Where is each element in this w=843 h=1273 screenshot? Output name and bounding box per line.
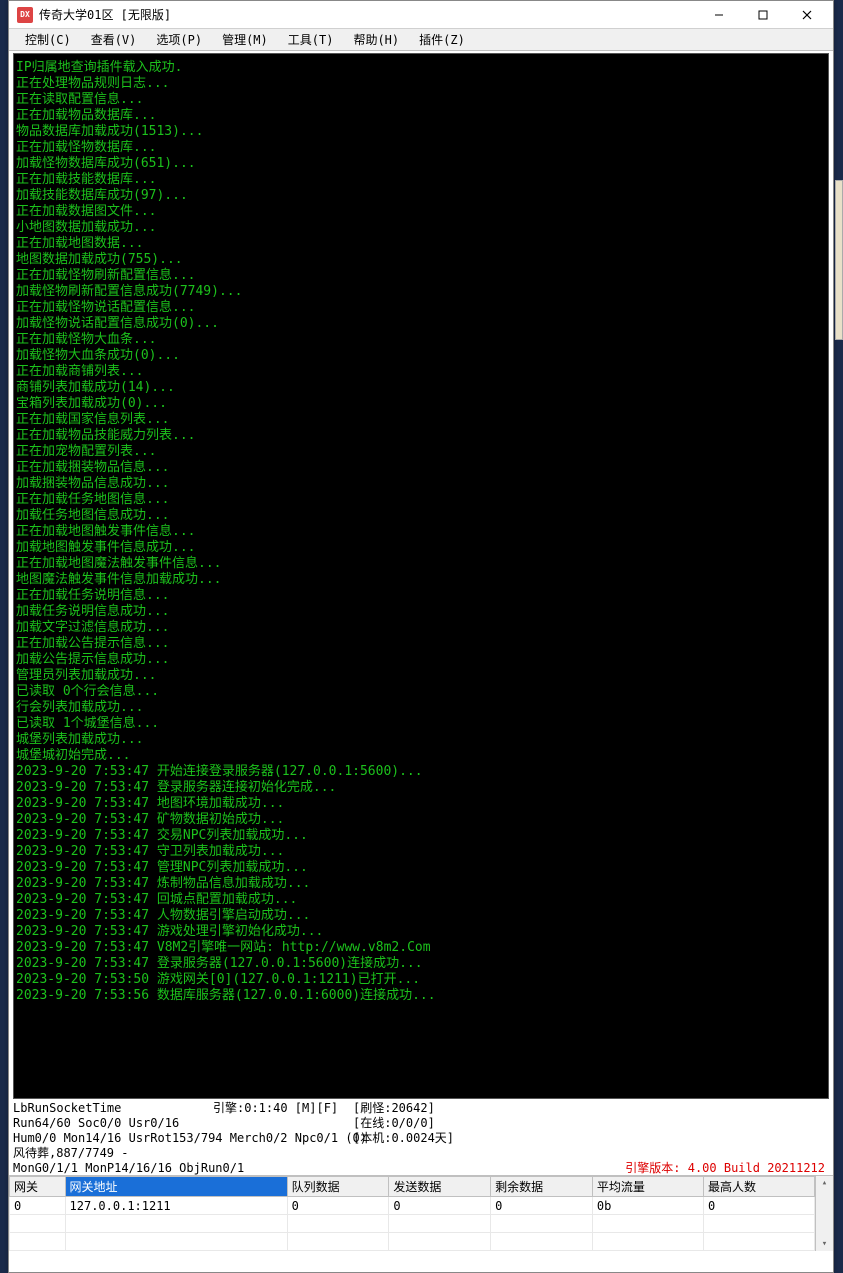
table-header-row: 网关网关地址队列数据发送数据剩余数据平均流量最高人数 bbox=[10, 1177, 815, 1197]
menubar: 控制(C) 查看(V) 选项(P) 管理(M) 工具(T) 帮助(H) 插件(Z… bbox=[9, 29, 833, 51]
table-cell bbox=[65, 1233, 287, 1251]
app-icon: DX bbox=[17, 7, 33, 23]
table-cell bbox=[703, 1215, 814, 1233]
close-icon bbox=[802, 10, 812, 20]
side-widget bbox=[835, 180, 843, 340]
table-cell: 0 bbox=[389, 1197, 491, 1215]
minimize-icon bbox=[714, 10, 724, 20]
status-runtime: LbRunSocketTime Run64/60 Soc0/0 Usr0/16 … bbox=[13, 1101, 213, 1176]
menu-help[interactable]: 帮助(H) bbox=[343, 29, 409, 50]
table-cell: 0b bbox=[592, 1197, 703, 1215]
menu-control[interactable]: 控制(C) bbox=[15, 29, 81, 50]
table-col-1[interactable]: 网关地址 bbox=[65, 1177, 287, 1197]
titlebar[interactable]: DX 传奇大学01区 [无限版] bbox=[9, 1, 833, 29]
table-cell bbox=[10, 1215, 66, 1233]
table-col-3[interactable]: 发送数据 bbox=[389, 1177, 491, 1197]
gateway-grid-wrap: 网关网关地址队列数据发送数据剩余数据平均流量最高人数 0127.0.0.1:12… bbox=[9, 1175, 833, 1251]
table-cell bbox=[389, 1233, 491, 1251]
scroll-down-icon[interactable]: ▾ bbox=[822, 1239, 827, 1249]
engine-version: 引擎版本: 4.00 Build 20211212 bbox=[553, 1161, 829, 1176]
app-window: DX 传奇大学01区 [无限版] 控制(C) 查看(V) 选项(P) 管理(M)… bbox=[8, 0, 834, 1273]
menu-manage[interactable]: 管理(M) bbox=[212, 29, 278, 50]
table-cell: 0 bbox=[287, 1197, 389, 1215]
table-cell: 0 bbox=[491, 1197, 593, 1215]
minimize-button[interactable] bbox=[697, 2, 741, 28]
table-cell bbox=[65, 1215, 287, 1233]
table-col-6[interactable]: 最高人数 bbox=[703, 1177, 814, 1197]
log-console[interactable]: IP归属地查询插件载入成功. 正在处理物品规则日志... 正在读取配置信息...… bbox=[13, 53, 829, 1099]
table-cell bbox=[10, 1233, 66, 1251]
table-cell bbox=[287, 1233, 389, 1251]
window-buttons bbox=[697, 2, 829, 28]
table-cell bbox=[592, 1233, 703, 1251]
menu-view[interactable]: 查看(V) bbox=[81, 29, 147, 50]
maximize-button[interactable] bbox=[741, 2, 785, 28]
table-cell bbox=[287, 1215, 389, 1233]
table-col-4[interactable]: 剩余数据 bbox=[491, 1177, 593, 1197]
menu-options[interactable]: 选项(P) bbox=[146, 29, 212, 50]
status-engine-time: 引擎:0:1:40 [M][F] bbox=[213, 1101, 353, 1176]
table-cell bbox=[703, 1233, 814, 1251]
maximize-icon bbox=[758, 10, 768, 20]
table-cell: 0 bbox=[703, 1197, 814, 1215]
table-row[interactable] bbox=[10, 1215, 815, 1233]
table-cell bbox=[389, 1215, 491, 1233]
table-row[interactable] bbox=[10, 1233, 815, 1251]
table-col-5[interactable]: 平均流量 bbox=[592, 1177, 703, 1197]
table-scrollbar[interactable]: ▴ ▾ bbox=[815, 1176, 833, 1251]
gateway-table[interactable]: 网关网关地址队列数据发送数据剩余数据平均流量最高人数 0127.0.0.1:12… bbox=[9, 1176, 815, 1251]
scroll-up-icon[interactable]: ▴ bbox=[822, 1178, 827, 1188]
table-cell bbox=[491, 1215, 593, 1233]
table-col-2[interactable]: 队列数据 bbox=[287, 1177, 389, 1197]
table-cell: 0 bbox=[10, 1197, 66, 1215]
status-panel: LbRunSocketTime Run64/60 Soc0/0 Usr0/16 … bbox=[9, 1099, 833, 1175]
menu-tools[interactable]: 工具(T) bbox=[278, 29, 344, 50]
menu-plugins[interactable]: 插件(Z) bbox=[409, 29, 475, 50]
table-cell bbox=[592, 1215, 703, 1233]
close-button[interactable] bbox=[785, 2, 829, 28]
table-cell bbox=[491, 1233, 593, 1251]
window-title: 传奇大学01区 [无限版] bbox=[39, 6, 697, 23]
table-row[interactable]: 0127.0.0.1:12110000b0 bbox=[10, 1197, 815, 1215]
table-cell: 127.0.0.1:1211 bbox=[65, 1197, 287, 1215]
table-col-0[interactable]: 网关 bbox=[10, 1177, 66, 1197]
status-counts: [刷怪:20642] [在线:0/0/0] [本机:0.0024天] bbox=[353, 1101, 553, 1176]
